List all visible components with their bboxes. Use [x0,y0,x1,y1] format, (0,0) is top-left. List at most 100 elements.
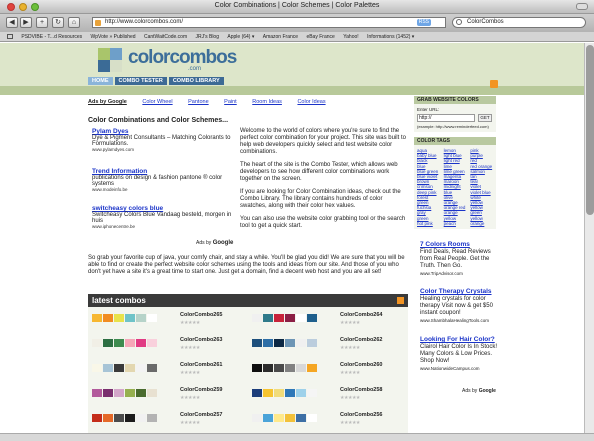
combo-name[interactable]: ColorCombo257 [180,412,222,418]
combo-item[interactable]: ColorCombo262 ★★★★★ [248,335,403,355]
color-swatch[interactable] [147,339,157,347]
color-swatch[interactable] [114,364,124,372]
color-swatch[interactable] [296,414,306,422]
color-swatch[interactable] [307,314,317,322]
combo-swatches[interactable] [92,389,158,397]
color-swatch[interactable] [114,414,124,422]
color-swatch[interactable] [263,414,273,422]
color-swatch[interactable] [285,389,295,397]
combo-name[interactable]: ColorCombo260 [340,362,382,368]
color-swatch[interactable] [147,389,157,397]
combo-item[interactable]: ColorCombo261 ★★★★★ [88,360,243,380]
color-swatch[interactable] [136,314,146,322]
color-swatch[interactable] [285,314,295,322]
latest-combos-rss-icon[interactable] [397,297,404,304]
reload-button[interactable]: ↻ [52,17,64,28]
back-button[interactable]: ◀ [6,17,18,28]
combo-swatches[interactable] [92,339,158,347]
color-swatch[interactable] [103,389,113,397]
grab-url-input[interactable]: http:// [417,114,475,122]
color-swatch[interactable] [263,364,273,372]
ad-url[interactable]: www.modeinfo.be [92,187,232,192]
color-swatch[interactable] [296,339,306,347]
combo-item[interactable]: ColorCombo256 ★★★★★ [248,410,403,430]
side-ad-title[interactable]: Color Therapy Crystals [420,288,492,295]
color-swatch[interactable] [296,389,306,397]
side-ad-title[interactable]: 7 Colors Rooms [420,241,470,248]
color-swatch[interactable] [125,389,135,397]
combo-item[interactable]: ColorCombo259 ★★★★★ [88,385,243,405]
combo-swatches[interactable] [252,364,318,372]
color-swatch[interactable] [114,314,124,322]
combo-item[interactable]: ColorCombo258 ★★★★★ [248,385,403,405]
color-swatch[interactable] [274,314,284,322]
color-tag-link[interactable]: yellow orange [470,216,493,226]
bookmark-item[interactable]: Informations (1452) ▾ [367,34,414,40]
color-swatch[interactable] [263,389,273,397]
color-swatch[interactable] [103,314,113,322]
color-swatch[interactable] [125,314,135,322]
color-swatch[interactable] [136,339,146,347]
side-ad-url[interactable]: www.ShambhalaHealingTools.com [420,317,504,324]
toolbar-toggle-button[interactable] [576,3,588,10]
bookmark-item[interactable]: WpVote » Published [91,34,136,40]
color-swatch[interactable] [307,389,317,397]
combo-swatches[interactable] [252,314,318,322]
combo-item[interactable]: ColorCombo264 ★★★★★ [248,310,403,330]
combo-swatches[interactable] [252,389,318,397]
ad-link-room-ideas[interactable]: Room Ideas [252,99,282,105]
bookmark-item[interactable]: Amazon France [263,34,298,40]
side-ad-title[interactable]: Looking For Hair Color? [420,336,495,343]
rating-stars-icon[interactable]: ★★★★★ [340,320,360,326]
tab-combo-tester[interactable]: COMBO TESTER [114,77,167,85]
bookmark-item[interactable]: Apple (64) ▾ [227,34,254,40]
combo-name[interactable]: ColorCombo264 [340,312,382,318]
bookmark-item[interactable]: Yahoo! [343,34,358,40]
color-swatch[interactable] [252,389,262,397]
rating-stars-icon[interactable]: ★★★★★ [180,420,200,426]
search-input[interactable]: ColorCombos [452,17,586,28]
colorcombos-logo-icon[interactable] [98,48,124,74]
tab-combo-library[interactable]: COMBO LIBRARY [168,77,224,85]
color-swatch[interactable] [263,339,273,347]
color-swatch[interactable] [114,389,124,397]
color-swatch[interactable] [114,339,124,347]
color-swatch[interactable] [136,364,146,372]
combo-item[interactable]: ColorCombo263 ★★★★★ [88,335,243,355]
color-swatch[interactable] [92,364,102,372]
color-swatch[interactable] [103,414,113,422]
color-swatch[interactable] [296,314,306,322]
color-swatch[interactable] [307,414,317,422]
color-tag-link[interactable]: orange yellow [444,210,467,220]
address-bar[interactable]: http://www.colorcombos.com/ RSS [92,17,446,28]
combo-name[interactable]: ColorCombo261 [180,362,222,368]
side-ad-url[interactable]: www.TripAdvisor.com [420,270,504,277]
rating-stars-icon[interactable]: ★★★★★ [180,395,200,401]
bookmark-item[interactable]: eBay France [306,34,334,40]
color-swatch[interactable] [263,314,273,322]
bookmark-item[interactable]: PSDVIBE - T...d Resources [21,34,82,40]
color-tag-link[interactable]: yellow green [470,205,493,215]
ad-url[interactable]: www.iphonecentre.be [92,224,232,229]
rss-badge[interactable]: RSS [416,19,431,26]
ad-link-color-wheel[interactable]: Color Wheel [142,99,172,105]
color-swatch[interactable] [285,339,295,347]
color-swatch[interactable] [252,314,262,322]
color-swatch[interactable] [147,414,157,422]
ad-title[interactable]: Trend Information [92,168,147,175]
combo-name[interactable]: ColorCombo265 [180,312,222,318]
color-swatch[interactable] [103,364,113,372]
rating-stars-icon[interactable]: ★★★★★ [180,370,200,376]
add-bookmark-button[interactable]: + [36,17,48,28]
color-swatch[interactable] [125,364,135,372]
combo-swatches[interactable] [92,364,158,372]
home-button[interactable]: ⌂ [68,17,80,28]
combo-item[interactable]: ColorCombo257 ★★★★★ [88,410,243,430]
rating-stars-icon[interactable]: ★★★★★ [340,345,360,351]
ad-link-pantone[interactable]: Pantone [188,99,209,105]
bookmark-item[interactable]: JRJ's Blog [196,34,219,40]
color-tag-link[interactable]: hot pink [417,221,440,226]
color-swatch[interactable] [274,364,284,372]
combo-name[interactable]: ColorCombo258 [340,387,382,393]
combo-name[interactable]: ColorCombo262 [340,337,382,343]
